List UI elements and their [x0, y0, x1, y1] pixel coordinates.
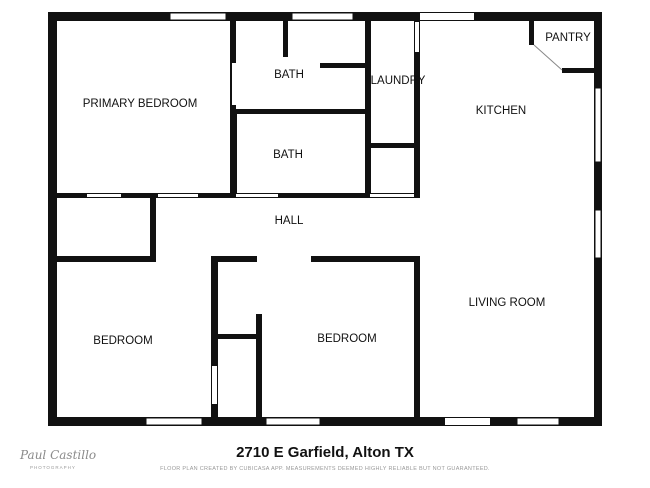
- label-hall: HALL: [275, 215, 304, 227]
- window-bedroom-left: [145, 417, 203, 426]
- bedrooms-north-wall-right: [311, 256, 419, 262]
- door-laundry-south: [370, 194, 414, 197]
- bath-laundry-wall: [365, 21, 371, 197]
- window-bath-top: [291, 12, 354, 21]
- laundry-closet-wall: [365, 143, 420, 148]
- label-bedroom-left: BEDROOM: [93, 335, 152, 347]
- door-closet: [257, 270, 261, 312]
- pantry-south-wall: [562, 68, 602, 73]
- floor-plan: PRIMARY BEDROOM BATH LAUNDRY PANTRY KITC…: [48, 12, 602, 426]
- closet-wall: [256, 314, 262, 426]
- door-bedroom-mid: [260, 257, 310, 261]
- hall-closet-east-wall: [150, 196, 156, 260]
- label-pantry: PANTRY: [545, 32, 591, 44]
- pantry-door-arc: [533, 44, 563, 71]
- door-laundry: [420, 13, 474, 20]
- window-bedroom-mid: [265, 417, 321, 426]
- window-kitchen-east: [594, 87, 602, 163]
- label-bath-mid: BATH: [273, 149, 303, 161]
- bath-top-stub: [283, 21, 288, 57]
- label-bedroom-mid: BEDROOM: [317, 333, 376, 345]
- door-kitchen-laundry: [415, 22, 419, 52]
- bath-top-south-wall: [232, 109, 370, 114]
- property-address: 2710 E Garfield, Alton TX: [236, 444, 414, 461]
- window-primary: [169, 12, 227, 21]
- disclaimer: FLOOR PLAN CREATED BY CUBICASA APP. MEAS…: [160, 466, 490, 472]
- bath-top-shelf: [320, 63, 370, 68]
- door-bedroom-left-closet: [212, 366, 217, 404]
- primary-bedroom-south-wall: [57, 193, 236, 198]
- bath-mid-west-wall: [232, 109, 237, 197]
- pantry-west-wall: [529, 21, 534, 45]
- label-laundry: LAUNDRY: [371, 75, 426, 87]
- door-hall-left: [87, 194, 121, 197]
- door-front: [445, 418, 490, 425]
- door-hall-right: [158, 194, 198, 197]
- window-living-south: [516, 417, 560, 426]
- window-living-east: [594, 209, 602, 259]
- bedrooms-north-wall-left: [48, 256, 156, 262]
- label-living-room: LIVING ROOM: [469, 297, 546, 309]
- closet-shelf: [211, 334, 262, 339]
- label-primary-bedroom: PRIMARY BEDROOM: [83, 98, 198, 110]
- door-primary: [232, 63, 236, 105]
- label-bath-top: BATH: [274, 69, 304, 81]
- exterior-wall-left: [48, 12, 57, 426]
- bedroom-living-wall: [414, 256, 420, 426]
- walls: [48, 12, 602, 426]
- label-kitchen: KITCHEN: [476, 105, 526, 117]
- door-bath-mid: [236, 194, 278, 197]
- door-bedroom-left: [158, 257, 211, 261]
